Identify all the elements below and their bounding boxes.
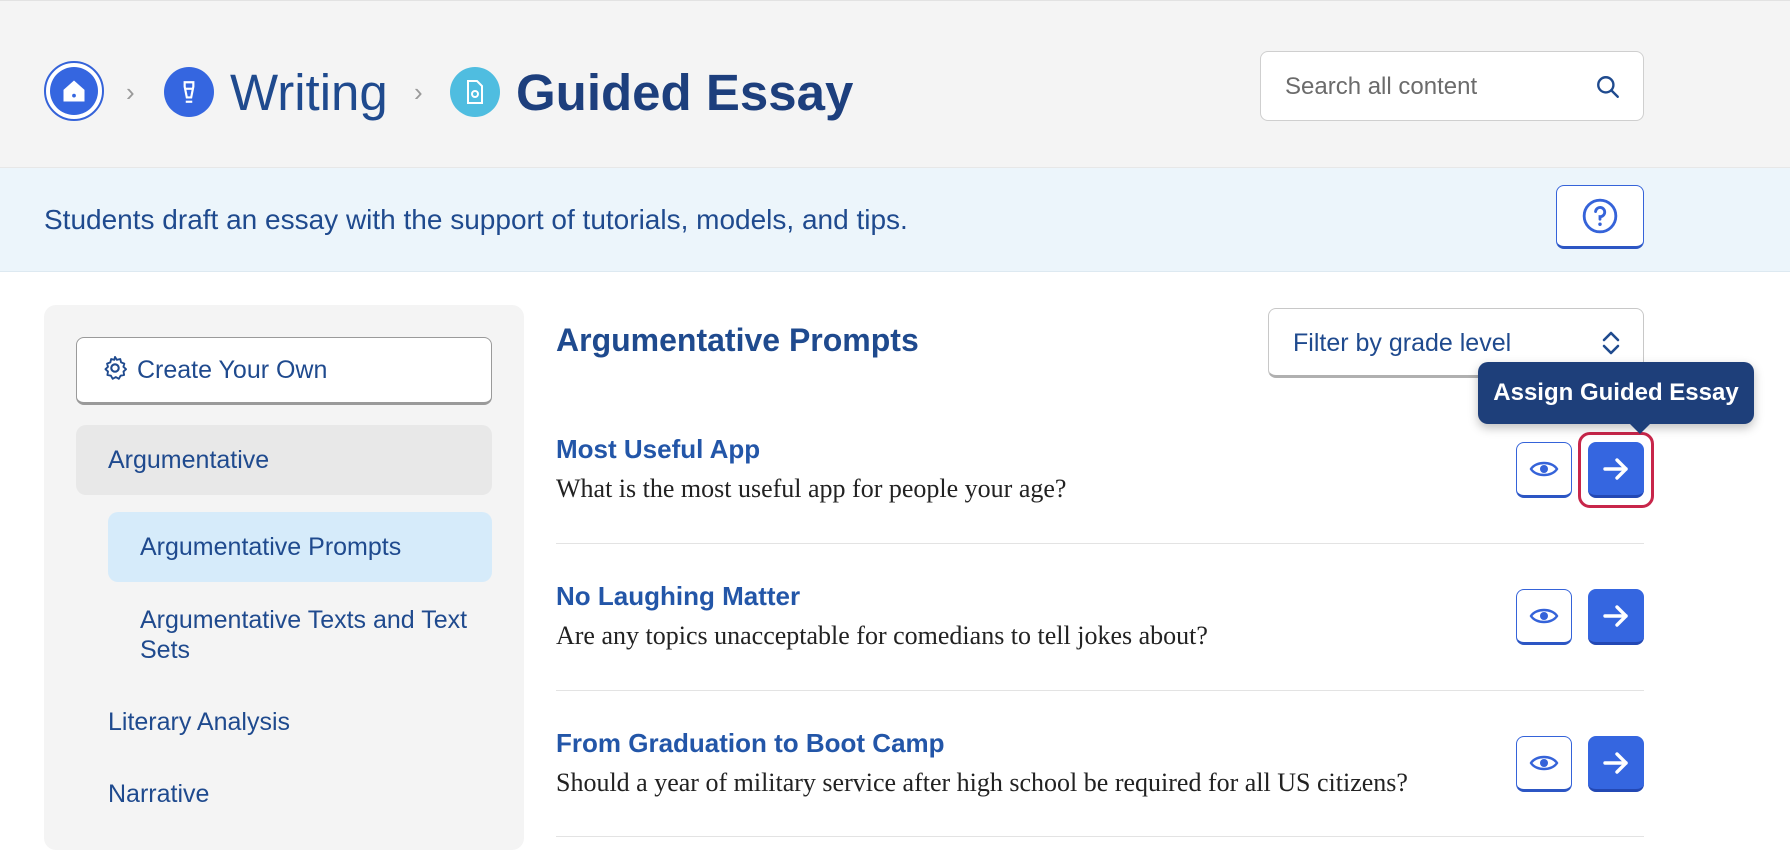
- arrow-right-icon: [1603, 604, 1628, 627]
- create-your-own-label: Create Your Own: [137, 355, 328, 384]
- tooltip: Assign Guided Essay: [1478, 362, 1754, 434]
- page-title: Guided Essay: [516, 64, 854, 121]
- arrow-right-icon: [1603, 457, 1628, 480]
- filter-label: Filter by grade level: [1293, 329, 1512, 357]
- breadcrumb-writing[interactable]: Writing: [230, 63, 388, 123]
- eye-icon: [1529, 755, 1559, 771]
- eye-icon: [1529, 461, 1559, 477]
- gear-icon: [101, 354, 129, 387]
- assign-button[interactable]: [1588, 589, 1644, 645]
- document-icon: [450, 67, 500, 117]
- banner-description: Students draft an essay with the support…: [44, 204, 908, 235]
- sidebar-item-argumentative-prompts[interactable]: Argumentative Prompts: [108, 512, 492, 582]
- search-input[interactable]: [1283, 66, 1587, 108]
- sidebar-item-argumentative[interactable]: Argumentative: [76, 425, 492, 495]
- divider: [556, 836, 1644, 837]
- divider: [556, 690, 1644, 691]
- sidebar: Create Your Own Argumentative Argumentat…: [44, 305, 524, 850]
- help-button[interactable]: [1556, 185, 1644, 249]
- preview-button[interactable]: [1516, 442, 1572, 498]
- create-your-own-button[interactable]: Create Your Own: [76, 337, 492, 405]
- prompt-title[interactable]: From Graduation to Boot Camp: [556, 728, 945, 759]
- divider: [556, 543, 1644, 544]
- assign-button[interactable]: [1588, 736, 1644, 792]
- sidebar-item-literary-analysis[interactable]: Literary Analysis: [108, 707, 290, 737]
- prompt-description: What is the most useful app for people y…: [556, 474, 1067, 503]
- prompt-description: Should a year of military service after …: [556, 768, 1408, 797]
- assign-button[interactable]: [1588, 442, 1644, 498]
- prompt-title[interactable]: Most Useful App: [556, 434, 760, 465]
- arrow-right-icon: [1603, 751, 1628, 774]
- pen-icon: [164, 67, 214, 117]
- help-icon: [1582, 198, 1618, 234]
- breadcrumb-separator-icon: ›: [126, 77, 135, 107]
- breadcrumb-home[interactable]: [44, 61, 104, 121]
- sidebar-item-argumentative-texts[interactable]: Argumentative Texts and Text Sets: [140, 605, 470, 665]
- sidebar-item-label: Argumentative: [108, 446, 270, 474]
- tooltip-arrow: [1630, 424, 1650, 434]
- search-icon[interactable]: [1595, 74, 1621, 105]
- breadcrumb-separator-icon: ›: [414, 77, 423, 107]
- tooltip-text: Assign Guided Essay: [1493, 379, 1739, 406]
- home-icon: [50, 67, 98, 115]
- sort-icon: [1599, 329, 1623, 362]
- page-header: › Writing › Guided Essay: [0, 0, 1790, 168]
- preview-button[interactable]: [1516, 736, 1572, 792]
- eye-icon: [1529, 608, 1559, 624]
- prompt-title[interactable]: No Laughing Matter: [556, 581, 800, 612]
- prompt-description: Are any topics unacceptable for comedian…: [556, 621, 1208, 650]
- sidebar-item-label: Argumentative Prompts: [140, 533, 402, 561]
- preview-button[interactable]: [1516, 589, 1572, 645]
- sidebar-item-narrative[interactable]: Narrative: [108, 779, 209, 809]
- section-title: Argumentative Prompts: [556, 322, 919, 358]
- description-banner: Students draft an essay with the support…: [0, 168, 1790, 272]
- search-box[interactable]: [1260, 51, 1644, 121]
